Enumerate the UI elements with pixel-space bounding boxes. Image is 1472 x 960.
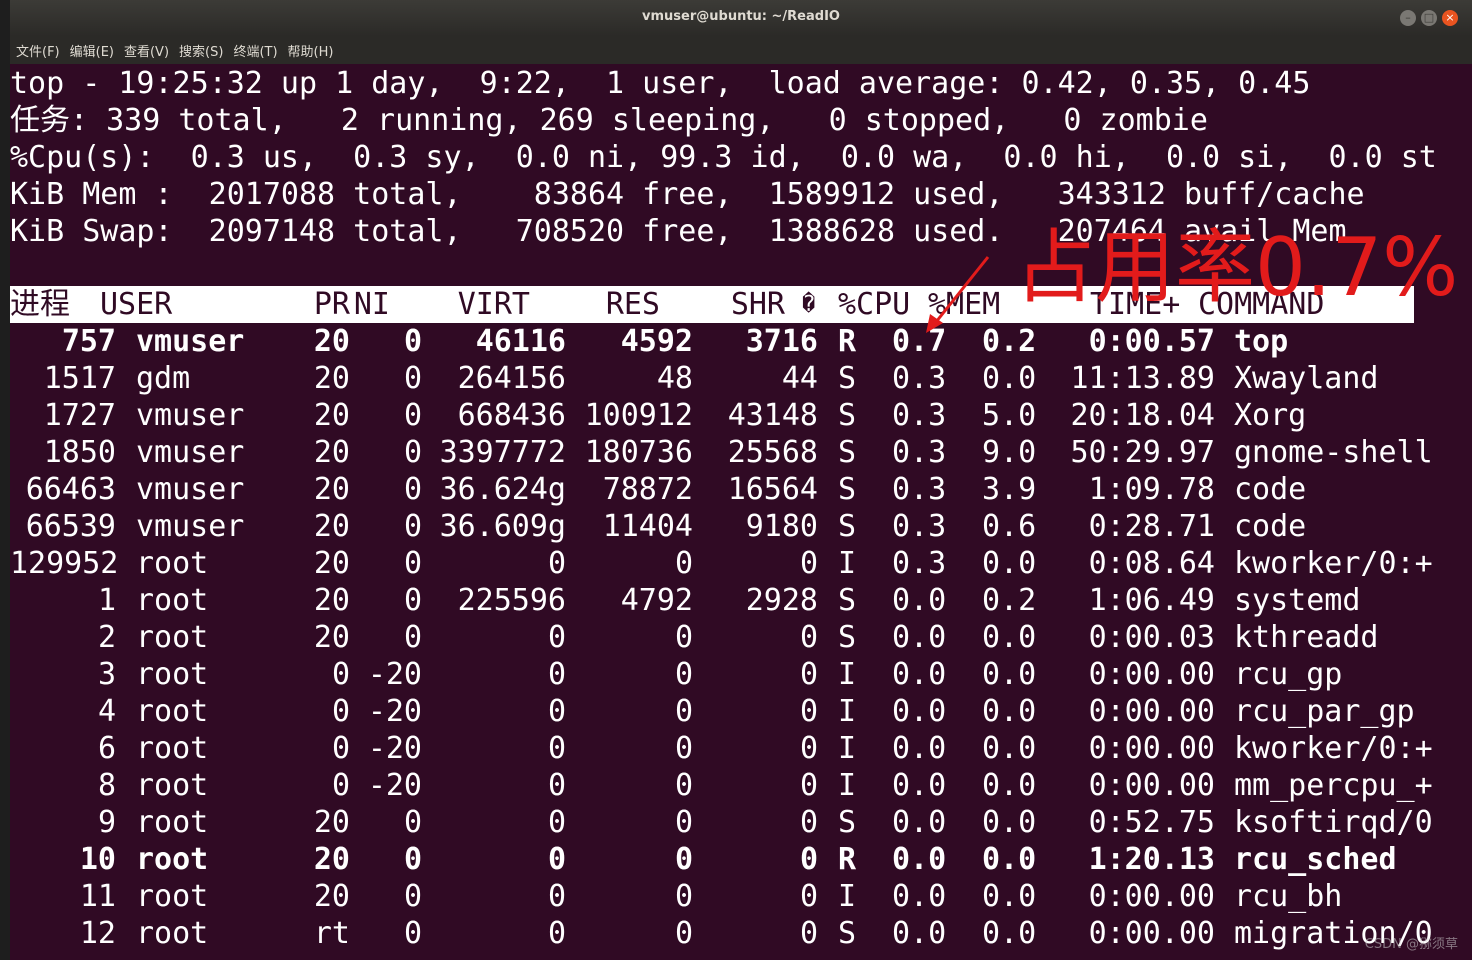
close-icon[interactable]: × bbox=[1442, 10, 1458, 26]
window-title: vmuser@ubuntu: ~/ReadIO bbox=[642, 9, 840, 24]
menu-file[interactable]: 文件(F) bbox=[16, 41, 60, 60]
title-bar[interactable]: vmuser@ubuntu: ~/ReadIO – □ × bbox=[10, 0, 1472, 37]
minimize-icon[interactable]: – bbox=[1400, 10, 1416, 26]
arrow-line bbox=[934, 256, 990, 323]
background-editor-edge bbox=[0, 0, 10, 960]
watermark: CSDN @猕须草 bbox=[1364, 937, 1458, 952]
terminal-output[interactable]: top - 19:25:32 up 1 day, 9:22, 1 user, l… bbox=[10, 64, 1472, 960]
menu-terminal[interactable]: 终端(T) bbox=[233, 41, 277, 60]
menu-view[interactable]: 查看(V) bbox=[124, 41, 169, 60]
terminal-window: vmuser@ubuntu: ~/ReadIO – □ × 文件(F) 编辑(E… bbox=[10, 0, 1472, 960]
annotation-text: 占用率0.7% bbox=[1015, 221, 1459, 314]
maximize-icon[interactable]: □ bbox=[1421, 10, 1437, 26]
menu-search[interactable]: 搜索(S) bbox=[179, 41, 223, 60]
menu-edit[interactable]: 编辑(E) bbox=[70, 41, 114, 60]
menu-bar: 文件(F) 编辑(E) 查看(V) 搜索(S) 终端(T) 帮助(H) bbox=[10, 36, 1472, 64]
menu-help[interactable]: 帮助(H) bbox=[288, 41, 334, 60]
annotation-arrow bbox=[926, 256, 990, 333]
